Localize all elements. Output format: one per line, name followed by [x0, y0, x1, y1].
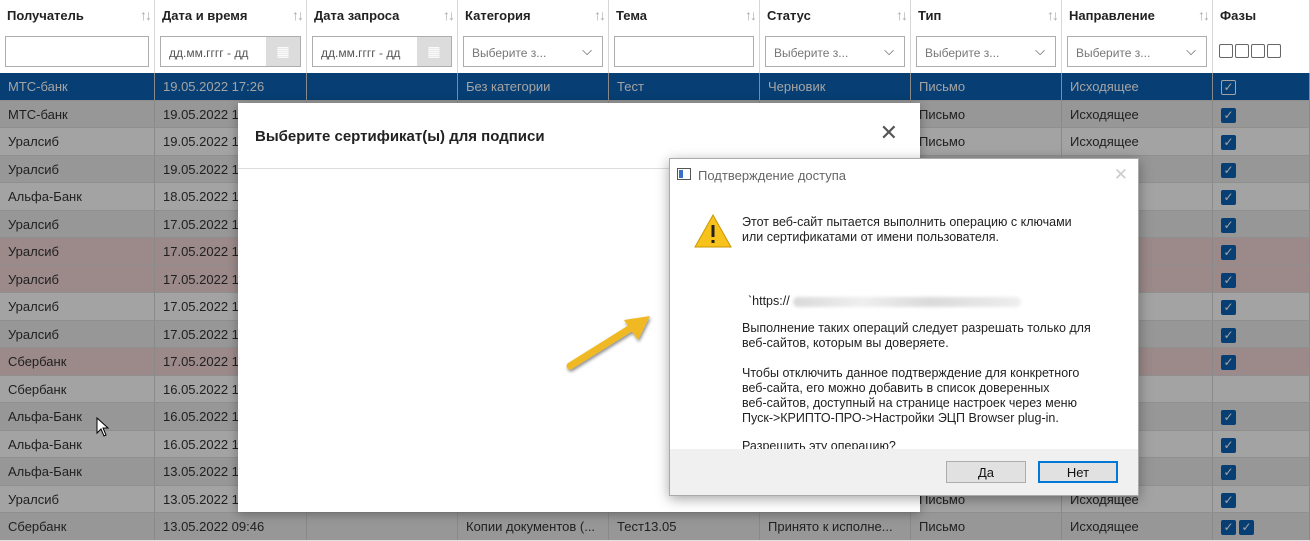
column-header-label: Категория	[465, 8, 531, 23]
select-placeholder: Выберите з...	[925, 46, 1000, 60]
column-header-request[interactable]: Дата запроса ↑↓	[307, 0, 458, 32]
grid-filter-row: дд.мм.гггг - дд ▦ дд.мм.гггг - дд ▦ Выберите…	[0, 32, 1310, 74]
sort-arrows-icon[interactable]: ↑↓	[1198, 7, 1210, 23]
column-header-direction[interactable]: Направление ↑↓	[1062, 0, 1213, 32]
window-icon	[677, 168, 691, 180]
close-icon[interactable]: ✕	[880, 122, 898, 144]
close-icon[interactable]: ✕	[1114, 165, 1128, 185]
sort-arrows-icon[interactable]: ↑↓	[140, 7, 152, 23]
annotation-arrow-icon	[566, 316, 650, 370]
column-header-label: Дата и время	[162, 8, 248, 23]
date-placeholder: дд.мм.гггг - дд	[169, 46, 249, 60]
sort-arrows-icon[interactable]: ↑↓	[292, 7, 304, 23]
date-placeholder: дд.мм.гггг - дд	[321, 46, 401, 60]
sort-arrows-icon[interactable]: ↑↓	[594, 7, 606, 23]
phase-filter-checkbox[interactable]	[1251, 44, 1265, 58]
site-url: `https://	[748, 294, 1021, 308]
direction-select-filter[interactable]: Выберите з... ⌵	[1067, 36, 1207, 67]
filter-cell-topic	[609, 32, 760, 73]
sort-arrows-icon[interactable]: ↑↓	[443, 7, 455, 23]
phases-filter	[1219, 44, 1283, 61]
calendar-icon[interactable]: ▦	[417, 37, 451, 66]
column-header-label: Получатель	[7, 8, 84, 23]
column-header-label: Тема	[616, 8, 648, 23]
column-header-label: Статус	[767, 8, 811, 23]
dialog-titlebar: Подтверждение доступа ✕	[670, 159, 1138, 191]
column-header-phases[interactable]: Фазы	[1213, 0, 1310, 32]
type-select-filter[interactable]: Выберите з... ⌵	[916, 36, 1056, 67]
filter-cell-type: Выберите з... ⌵	[911, 32, 1062, 73]
dialog-title: Подтверждение доступа	[698, 168, 847, 183]
no-button[interactable]: Нет	[1038, 461, 1118, 483]
column-header-label: Фазы	[1220, 8, 1257, 23]
filter-cell-phases	[1213, 32, 1310, 73]
column-header-label: Тип	[918, 8, 942, 23]
phase-filter-checkbox[interactable]	[1235, 44, 1249, 58]
column-header-datetime[interactable]: Дата и время ↑↓	[155, 0, 307, 32]
datetime-date-filter[interactable]: дд.мм.гггг - дд ▦	[160, 36, 301, 67]
select-placeholder: Выберите з...	[1076, 46, 1151, 60]
column-header-recipient[interactable]: Получатель ↑↓	[0, 0, 155, 32]
filter-cell-datetime: дд.мм.гггг - дд ▦	[155, 32, 307, 73]
sort-arrows-icon[interactable]: ↑↓	[896, 7, 908, 23]
column-header-label: Направление	[1069, 8, 1155, 23]
filter-cell-recipient	[0, 32, 155, 73]
yes-button[interactable]: Да	[946, 461, 1026, 483]
sort-arrows-icon[interactable]: ↑↓	[745, 7, 757, 23]
blurred-url	[792, 296, 1021, 307]
message-line-1: Этот веб-сайт пытается выполнить операци…	[742, 215, 1072, 244]
chevron-down-icon[interactable]: ⌵	[1035, 43, 1045, 59]
certificate-dialog-title: Выберите сертификат(ы) для подписи	[255, 128, 545, 145]
phase-filter-checkbox[interactable]	[1219, 44, 1233, 58]
column-header-type[interactable]: Тип ↑↓	[911, 0, 1062, 32]
warning-icon	[694, 213, 732, 248]
column-header-status[interactable]: Статус ↑↓	[760, 0, 911, 32]
dialog-footer: Да Нет	[670, 449, 1138, 495]
request-date-filter[interactable]: дд.мм.гггг - дд ▦	[312, 36, 452, 67]
chevron-down-icon[interactable]: ⌵	[1186, 43, 1196, 59]
column-header-topic[interactable]: Тема ↑↓	[609, 0, 760, 32]
column-header-label: Дата запроса	[314, 8, 400, 23]
chevron-down-icon[interactable]: ⌵	[884, 43, 894, 59]
topic-filter-input[interactable]	[614, 36, 754, 67]
message-line-2: Выполнение таких операций следует разреш…	[742, 321, 1091, 350]
chevron-down-icon[interactable]: ⌵	[582, 43, 592, 59]
filter-cell-status: Выберите з... ⌵	[760, 32, 911, 73]
url-prefix: `https://	[748, 294, 790, 308]
mouse-cursor-icon	[96, 417, 110, 437]
select-placeholder: Выберите з...	[774, 46, 849, 60]
category-select-filter[interactable]: Выберите з... ⌵	[463, 36, 603, 67]
grid-header-row: Получатель ↑↓ Дата и время ↑↓ Дата запроса ↑↓…	[0, 0, 1310, 33]
access-confirmation-dialog: Подтверждение доступа ✕ Этот веб-сайт пы…	[669, 158, 1139, 496]
filter-cell-request: дд.мм.гггг - дд ▦	[307, 32, 458, 73]
sort-arrows-icon[interactable]: ↑↓	[1047, 7, 1059, 23]
calendar-icon[interactable]: ▦	[266, 37, 300, 66]
column-header-category[interactable]: Категория ↑↓	[458, 0, 609, 32]
dialog-body: Этот веб-сайт пытается выполнить операци…	[670, 191, 1138, 453]
status-select-filter[interactable]: Выберите з... ⌵	[765, 36, 905, 67]
filter-cell-category: Выберите з... ⌵	[458, 32, 609, 73]
recipient-filter-input[interactable]	[5, 36, 149, 67]
filter-cell-direction: Выберите з... ⌵	[1062, 32, 1213, 73]
phase-filter-checkbox[interactable]	[1267, 44, 1281, 58]
message-line-3: Чтобы отключить данное подтверждение для…	[742, 366, 1080, 425]
select-placeholder: Выберите з...	[472, 46, 547, 60]
